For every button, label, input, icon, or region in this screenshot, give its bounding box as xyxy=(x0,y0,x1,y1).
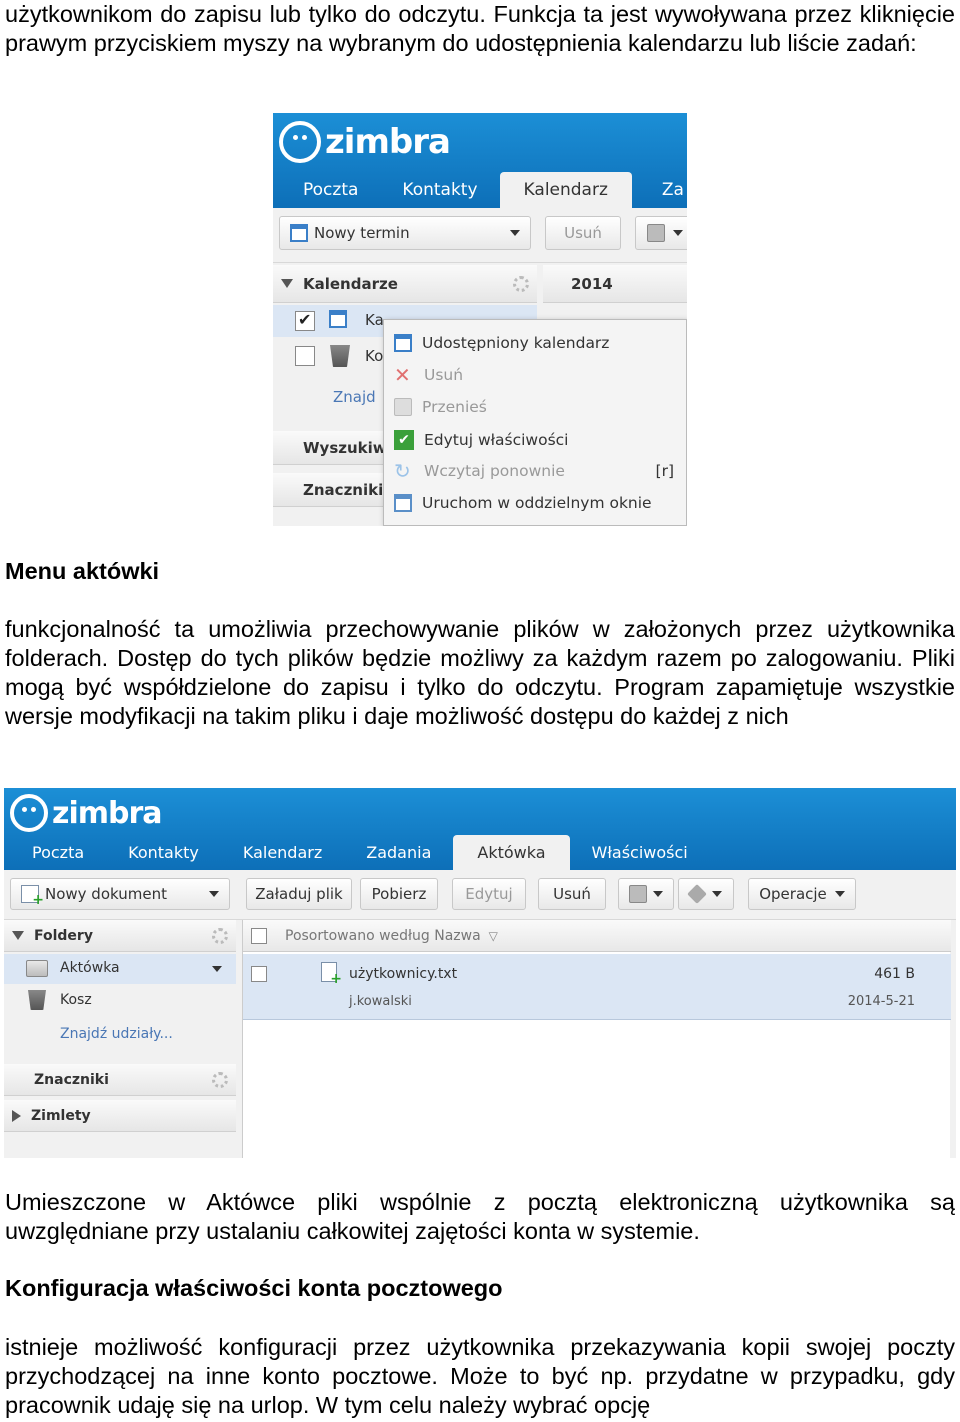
chevron-down-icon xyxy=(510,230,520,236)
shortcut-hint: [r] xyxy=(655,462,674,480)
print-icon xyxy=(629,885,647,903)
file-size: 461 B xyxy=(874,966,915,982)
new-document-button[interactable]: Nowy dokument xyxy=(10,878,230,910)
intro-paragraph: użytkownikom do zapisu lub tylko do odcz… xyxy=(5,1,955,56)
calendar-icon xyxy=(329,310,347,328)
menu-item-delete[interactable]: ✕ Usuń xyxy=(394,363,463,387)
print-button[interactable] xyxy=(635,216,687,250)
delete-button[interactable]: Usuń xyxy=(538,878,606,910)
chevron-down-icon xyxy=(653,891,663,897)
text-file-icon xyxy=(321,962,342,987)
tag-button[interactable] xyxy=(678,878,734,910)
file-list: Posortowano według Nazwa ▽ użytkownicy.t… xyxy=(242,920,951,1158)
gear-icon[interactable] xyxy=(212,1071,228,1088)
expand-icon xyxy=(12,1109,21,1122)
quota-paragraph: Umieszczone w Aktówce pliki wspólnie z p… xyxy=(5,1189,955,1244)
collapse-icon xyxy=(12,931,24,940)
table-row[interactable]: użytkownicy.txt 461 B j.kowalski 2014-5-… xyxy=(243,954,951,1020)
tag-icon xyxy=(687,884,707,904)
header-bar: zimbra Poczta Kontakty Kalendarz Za xyxy=(273,113,687,208)
sort-icon: ▽ xyxy=(488,928,498,943)
folder-icon xyxy=(26,960,48,977)
tags-header[interactable]: Znaczniki xyxy=(4,1064,236,1096)
tab-contacts[interactable]: Kontakty xyxy=(380,180,499,208)
zimbra-logo-icon xyxy=(10,794,48,832)
header-bar: zimbra Poczta Kontakty Kalendarz Zadania… xyxy=(4,788,956,870)
download-button[interactable]: Pobierz xyxy=(360,878,438,910)
calendar-context-menu-screenshot: zimbra Poczta Kontakty Kalendarz Za Nowy… xyxy=(273,113,687,526)
menu-item-reload[interactable]: ↻ Wczytaj ponownie [r] xyxy=(394,459,674,483)
trash-checkbox[interactable] xyxy=(295,346,315,366)
menu-item-edit-properties[interactable]: ✔ Edytuj właściwości xyxy=(394,430,569,450)
calendar-icon xyxy=(394,334,412,352)
file-date: 2014-5-21 xyxy=(847,994,915,1009)
trash-icon xyxy=(330,345,350,367)
context-menu: Udostępniony kalendarz ✕ Usuń Przenieś ✔… xyxy=(383,319,687,526)
new-window-icon xyxy=(394,494,412,512)
tab-calendar[interactable]: Kalendarz xyxy=(221,843,344,870)
list-header[interactable]: Posortowano według Nazwa ▽ xyxy=(243,920,951,952)
gear-icon[interactable] xyxy=(212,927,228,944)
chevron-down-icon xyxy=(834,891,845,897)
chevron-down-icon xyxy=(712,891,722,897)
tab-calendar[interactable]: Kalendarz xyxy=(499,172,632,208)
forwarding-paragraph: istnieje możliwość konfiguracji przez uż… xyxy=(5,1334,955,1418)
edit-properties-icon: ✔ xyxy=(394,430,414,450)
tab-contacts[interactable]: Kontakty xyxy=(106,843,221,870)
zimlets-header[interactable]: Zimlety xyxy=(4,1100,236,1132)
menu-item-new-window[interactable]: Uruchom w oddzielnym oknie xyxy=(394,494,652,512)
gear-icon[interactable] xyxy=(513,275,529,292)
folders-header[interactable]: Foldery xyxy=(4,920,236,952)
folder-item-briefcase[interactable]: Aktówka xyxy=(4,954,236,984)
delete-button[interactable]: Usuń xyxy=(545,216,621,250)
briefcase-screenshot: zimbra Poczta Kontakty Kalendarz Zadania… xyxy=(4,788,956,1158)
menu-item-move[interactable]: Przenieś xyxy=(394,398,487,416)
chevron-down-icon xyxy=(673,230,683,236)
file-name: użytkownicy.txt xyxy=(349,966,458,982)
calendar-icon xyxy=(290,224,308,242)
select-all-checkbox[interactable] xyxy=(251,927,267,944)
toolbar: Nowy termin Usuń xyxy=(273,208,687,263)
tab-mail[interactable]: Poczta xyxy=(281,180,380,208)
new-document-icon xyxy=(21,885,44,908)
reload-icon: ↻ xyxy=(394,459,411,483)
collapse-icon xyxy=(281,279,293,288)
calendar-checkbox[interactable] xyxy=(295,310,315,331)
edit-button[interactable]: Edytuj xyxy=(452,878,526,910)
folder-item-trash[interactable]: Kosz xyxy=(4,986,236,1016)
file-checkbox[interactable] xyxy=(251,966,267,982)
tab-tasks[interactable]: Za xyxy=(632,180,687,208)
tab-mail[interactable]: Poczta xyxy=(10,843,106,870)
year-header: 2014 xyxy=(543,265,687,303)
tab-tasks[interactable]: Zadania xyxy=(344,843,453,870)
upload-file-button[interactable]: Załaduj plik xyxy=(246,878,352,910)
tab-preferences[interactable]: Właściwości xyxy=(570,843,710,870)
app-tabs: Poczta Kontakty Kalendarz Za xyxy=(281,172,687,208)
menu-item-shared-calendar[interactable]: Udostępniony kalendarz xyxy=(394,334,609,352)
calendars-header[interactable]: Kalendarze xyxy=(273,265,537,303)
chevron-down-icon xyxy=(209,891,219,897)
file-owner: j.kowalski xyxy=(349,994,412,1009)
tab-briefcase[interactable]: Aktówka xyxy=(453,835,570,870)
trash-icon xyxy=(28,990,46,1010)
section-heading-briefcase: Menu aktówki xyxy=(5,558,160,584)
folder-panel: Foldery Aktówka Kosz Znajdź udziały... Z… xyxy=(4,920,236,1158)
print-button[interactable] xyxy=(618,878,674,910)
move-icon xyxy=(394,398,412,416)
zimbra-logo: zimbra xyxy=(279,121,451,163)
operations-button[interactable]: Operacje xyxy=(748,878,856,910)
zimbra-logo: zimbra xyxy=(10,794,163,832)
app-tabs: Poczta Kontakty Kalendarz Zadania Aktówk… xyxy=(10,835,956,870)
zimbra-logo-icon xyxy=(279,121,321,163)
print-icon xyxy=(647,224,665,242)
new-appointment-button[interactable]: Nowy termin xyxy=(279,216,531,250)
find-shares-link[interactable]: Znajd xyxy=(333,388,376,406)
chevron-down-icon[interactable] xyxy=(212,966,222,972)
briefcase-paragraph: funkcjonalność ta umożliwia przechowywan… xyxy=(5,616,955,729)
section-heading-account-config: Konfiguracja właściwości konta pocztoweg… xyxy=(5,1275,503,1301)
delete-x-icon: ✕ xyxy=(394,363,411,387)
find-shares-link[interactable]: Znajdź udziały... xyxy=(60,1026,173,1042)
toolbar: Nowy dokument Załaduj plik Pobierz Edytu… xyxy=(4,870,956,920)
